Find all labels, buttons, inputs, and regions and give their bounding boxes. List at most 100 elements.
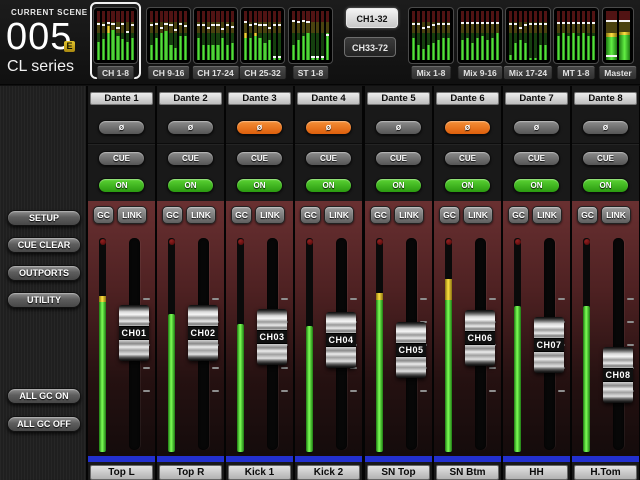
meter-group-master[interactable] [602,7,634,64]
meter-group-st-1-8[interactable] [288,7,333,64]
cue-button[interactable]: CUE [236,151,283,166]
gain-compensation-button[interactable]: GC [577,206,598,224]
fader-knob[interactable]: CH03 [257,309,287,365]
phase-button[interactable]: ø [375,120,422,135]
cue-button[interactable]: CUE [98,151,145,166]
channel-name-button[interactable]: Kick 2 [297,465,360,480]
fader-knob[interactable]: CH08 [603,347,633,403]
sidebar-button-all-gc-on[interactable]: ALL GC ON [7,388,81,404]
fader-position-mark [562,22,565,24]
meter-bar [207,11,210,60]
link-button[interactable]: LINK [463,206,493,224]
fader-position-mark [150,24,153,26]
fader-position-mark [427,26,430,28]
meter-bar-level [534,58,537,60]
fader-knob[interactable]: CH07 [534,317,564,373]
link-button[interactable]: LINK [324,206,354,224]
cue-button[interactable]: CUE [167,151,214,166]
cue-button[interactable]: CUE [375,151,422,166]
meter-group-label-mt-1-8: MT 1-8 [557,65,596,80]
link-button[interactable]: LINK [601,206,631,224]
fader-position-mark [587,22,590,24]
cue-button[interactable]: CUE [513,151,560,166]
channel-name-button[interactable]: Kick 1 [228,465,291,480]
phase-button[interactable]: ø [167,120,214,135]
meter-group-ch-1-8[interactable] [93,7,138,64]
meter-group-ch-17-24[interactable] [193,7,238,64]
meter-group-mix-9-16[interactable] [457,7,503,64]
cue-button[interactable]: CUE [444,151,491,166]
channel-name-button[interactable]: HH [505,465,568,480]
meter-group-ch-25-32[interactable] [240,7,285,64]
sidebar-button-all-gc-off[interactable]: ALL GC OFF [7,416,81,432]
fader-position-mark [121,23,124,25]
gain-compensation-button[interactable]: GC [439,206,460,224]
meter-bar [184,11,187,60]
on-button[interactable]: ON [444,178,491,193]
phase-button[interactable]: ø [98,120,145,135]
fader-knob[interactable]: CH01 [119,305,149,361]
on-button[interactable]: ON [236,178,283,193]
sidebar-button-outports[interactable]: OUTPORTS [7,265,81,281]
link-button[interactable]: LINK [117,206,147,224]
section-divider [503,143,570,145]
bank-button-ch33-72[interactable]: CH33-72 [344,37,396,57]
scene-number: 005 [6,16,72,59]
cue-button[interactable]: CUE [582,151,629,166]
fader-knob[interactable]: CH02 [188,305,218,361]
on-button[interactable]: ON [98,178,145,193]
phase-button[interactable]: ø [236,120,283,135]
link-button[interactable]: LINK [394,206,424,224]
sidebar-button-cue-clear[interactable]: CUE CLEAR [7,237,81,253]
fader-position-mark [311,56,314,58]
link-button[interactable]: LINK [255,206,285,224]
on-button[interactable]: ON [582,178,629,193]
channel-name-button[interactable]: Top R [159,465,222,480]
gain-compensation-button[interactable]: GC [162,206,183,224]
gain-compensation-button[interactable]: GC [93,206,114,224]
channel-name-button[interactable]: SN Top [367,465,430,480]
meter-bar [102,11,105,60]
fader-knob-label: CH05 [396,343,426,357]
meter-group-mix-17-24[interactable] [505,7,551,64]
meter-bar [447,11,450,60]
on-button[interactable]: ON [513,178,560,193]
phase-button[interactable]: ø [513,120,560,135]
meter-bar [486,11,489,60]
meter-bar-level [557,36,560,61]
bank-button-ch1-32[interactable]: CH1-32 [346,8,398,28]
meter-bar-level [249,38,252,60]
meter-bar-peak-yellow [606,33,617,37]
scene-block: CURRENT SCENE 005 E CL series [0,0,88,84]
channel-name-button[interactable]: SN Btm [436,465,499,480]
channel-name-button[interactable]: Top L [90,465,153,480]
meter-bar [529,11,532,60]
gain-compensation-button[interactable]: GC [370,206,391,224]
channel-meter-level [376,293,383,452]
fader-scale-tick [281,367,288,369]
link-button[interactable]: LINK [186,206,216,224]
sidebar-button-utility[interactable]: UTILITY [7,292,81,308]
gain-compensation-button[interactable]: GC [508,206,529,224]
fader-knob[interactable]: CH06 [465,310,495,366]
gain-compensation-button[interactable]: GC [300,206,321,224]
on-button[interactable]: ON [375,178,422,193]
fader-knob[interactable]: CH04 [326,312,356,368]
phase-button[interactable]: ø [444,120,491,135]
sidebar-button-setup[interactable]: SETUP [7,210,81,226]
gain-compensation-button[interactable]: GC [231,206,252,224]
fader-track[interactable] [613,238,624,450]
meter-group-ch-9-16[interactable] [146,7,191,64]
phase-button[interactable]: ø [305,120,352,135]
channel-name-button[interactable]: H.Tom [574,465,637,480]
meter-group-mt-1-8[interactable] [553,7,599,64]
link-button[interactable]: LINK [532,206,562,224]
meter-group-mix-1-8[interactable] [408,7,454,64]
on-button[interactable]: ON [167,178,214,193]
on-button[interactable]: ON [305,178,352,193]
cue-button[interactable]: CUE [305,151,352,166]
meter-bar [131,11,134,60]
phase-button[interactable]: ø [582,120,629,135]
fader-knob[interactable]: CH05 [396,322,426,378]
fader-position-mark [126,31,129,33]
